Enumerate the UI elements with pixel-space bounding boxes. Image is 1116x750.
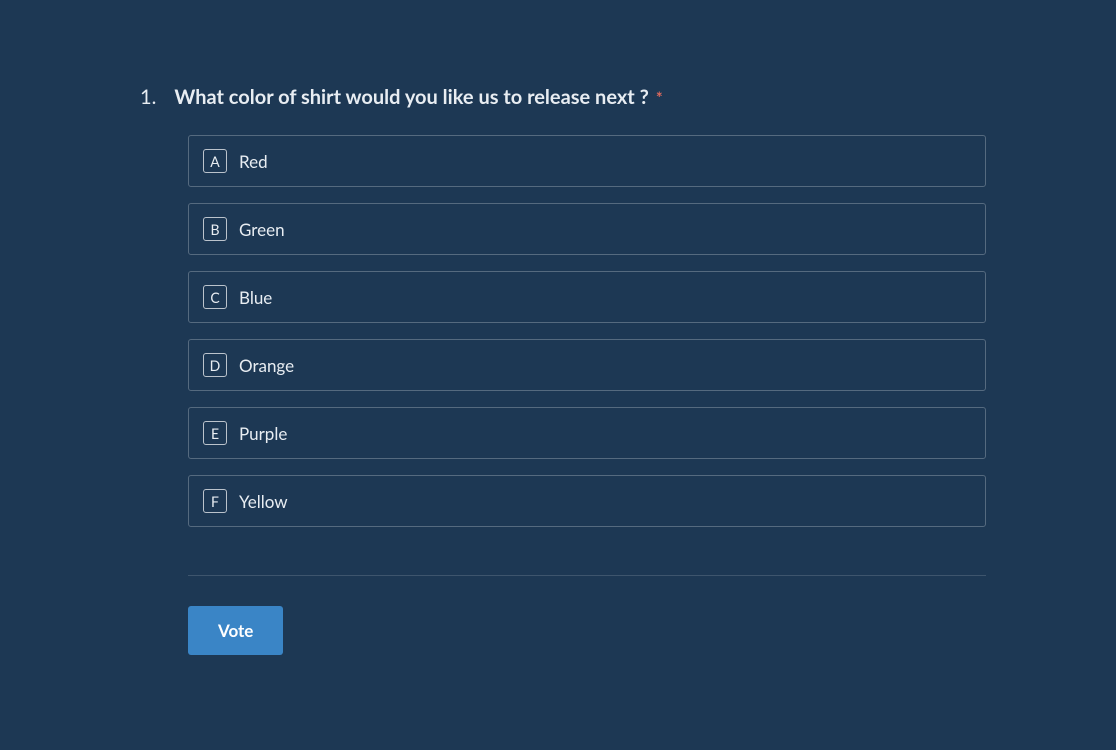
option-key: D <box>203 353 227 377</box>
required-asterisk: * <box>656 89 663 108</box>
option-f[interactable]: F Yellow <box>188 475 986 527</box>
option-a[interactable]: A Red <box>188 135 986 187</box>
option-label: Green <box>239 219 285 240</box>
option-label: Orange <box>239 355 294 376</box>
poll-container: 1. What color of shirt would you like us… <box>0 0 1116 695</box>
vote-button[interactable]: Vote <box>188 606 283 655</box>
option-key: E <box>203 421 227 445</box>
option-key: B <box>203 217 227 241</box>
option-key: A <box>203 149 227 173</box>
option-b[interactable]: B Green <box>188 203 986 255</box>
option-label: Red <box>239 151 268 172</box>
option-e[interactable]: E Purple <box>188 407 986 459</box>
options-list: A Red B Green C Blue D Orange E Purple F… <box>188 135 986 527</box>
question-row: 1. What color of shirt would you like us… <box>130 85 986 109</box>
option-d[interactable]: D Orange <box>188 339 986 391</box>
option-label: Purple <box>239 423 287 444</box>
divider <box>188 575 986 576</box>
option-c[interactable]: C Blue <box>188 271 986 323</box>
option-label: Blue <box>239 287 272 308</box>
option-key: F <box>203 489 227 513</box>
question-number: 1. <box>130 85 156 109</box>
option-key: C <box>203 285 227 309</box>
question-text-wrap: What color of shirt would you like us to… <box>174 85 662 109</box>
option-label: Yellow <box>239 491 288 512</box>
question-text: What color of shirt would you like us to… <box>174 85 648 109</box>
